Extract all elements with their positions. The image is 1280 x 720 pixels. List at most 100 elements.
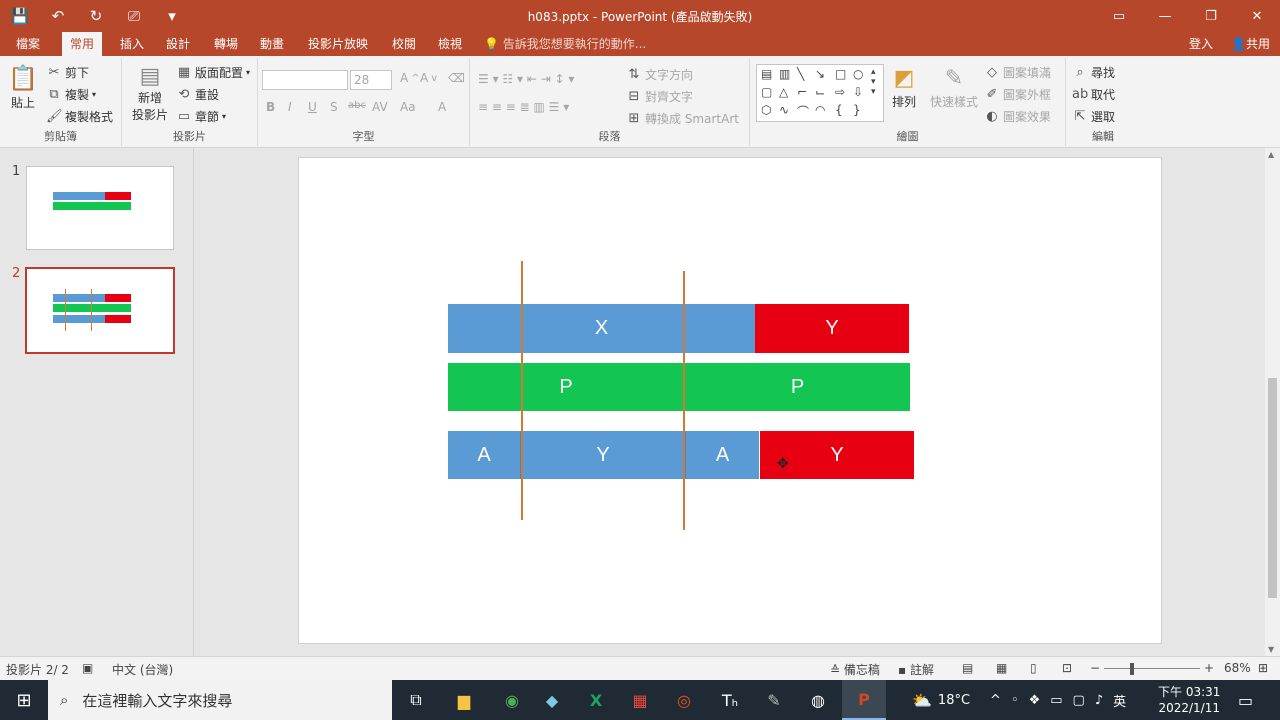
share-button[interactable]: 👤共用 <box>1231 32 1270 56</box>
zoom-level[interactable]: 68% <box>1224 661 1251 675</box>
scroll-down-icon[interactable]: ▼ <box>1268 645 1274 654</box>
language-indicator[interactable]: 中文 (台灣) <box>112 661 173 678</box>
powerpoint-taskbar-icon[interactable]: P <box>842 680 886 720</box>
tab-review[interactable]: 校閱 <box>384 32 424 56</box>
strikethrough-button[interactable]: abc <box>348 100 366 111</box>
scribble-icon[interactable]: ∿ <box>779 103 789 117</box>
weather-widget[interactable]: ⛅ 18°C <box>912 680 970 720</box>
font-size-select[interactable]: 28 <box>350 70 392 90</box>
shape-a[interactable]: A <box>448 431 521 479</box>
shape-outline-button[interactable]: ✐ 圖案外框 <box>984 86 1051 103</box>
restore-icon[interactable]: ❐ <box>1188 0 1234 32</box>
gallery-scroll-icon[interactable]: ▴ ▾ ▾ <box>871 67 876 97</box>
paste-button[interactable]: 📋 貼上 <box>8 64 38 111</box>
taskbar-search[interactable]: ⌕ 在這裡輸入文字來搜尋 <box>48 680 392 720</box>
notifications-icon[interactable]: ▭ <box>1238 680 1253 720</box>
battery-icon[interactable]: ▭ <box>1050 693 1062 708</box>
align-icons[interactable]: ≡ ≡ ≡ ≣ ▥ ☰ ▾ <box>478 100 569 114</box>
tab-insert[interactable]: 插入 <box>112 32 152 56</box>
minimize-icon[interactable]: — <box>1142 0 1188 32</box>
curve-icon[interactable]: ⌒ <box>797 103 809 120</box>
font-app-icon[interactable]: Tₕ <box>708 680 752 720</box>
excel-icon[interactable]: X <box>574 680 618 720</box>
fit-slide-icon[interactable]: ⊞ <box>1258 661 1268 675</box>
arrow-line-icon[interactable]: ↘ <box>815 67 825 81</box>
volume-icon[interactable]: ♪ <box>1095 693 1103 708</box>
tell-me-box[interactable]: 💡 告訴我您想要執行的動作... <box>484 32 646 56</box>
right-arrow-icon[interactable]: ⇨ <box>835 85 845 99</box>
paint-app-icon[interactable]: ✎ <box>752 680 796 720</box>
freeform-icon[interactable]: ⬡ <box>761 103 771 117</box>
text-direction-button[interactable]: ⇅ 文字方向 <box>626 66 693 83</box>
chevron-up-icon[interactable]: ^ <box>990 693 1001 708</box>
new-slide-button[interactable]: ▤ 新增 投影片 <box>132 64 168 123</box>
cut-button[interactable]: ✂ 剪下 <box>46 64 89 81</box>
vertical-textbox-icon[interactable]: ▥ <box>779 67 790 81</box>
find-button[interactable]: ⌕ 尋找 <box>1072 64 1115 81</box>
reset-button[interactable]: ⟲ 重設 <box>176 86 219 103</box>
notes-button[interactable]: ≙ 備忘稿 <box>830 661 880 678</box>
comments-button[interactable]: ▪ 註解 <box>898 661 934 678</box>
select-button[interactable]: ⇱ 選取 <box>1072 108 1115 125</box>
shape-y[interactable]: Y <box>521 431 686 479</box>
ime-indicator[interactable]: 英 <box>1113 691 1126 710</box>
rectangle-icon[interactable]: □ <box>835 67 846 81</box>
section-button[interactable]: ▭ 章節 ▾ <box>176 108 226 125</box>
bullets-icon[interactable]: ☰ ▾ ☷ ▾ ⇤ ⇥ ↕ ▾ <box>478 72 574 86</box>
triangle-icon[interactable]: △ <box>779 85 788 99</box>
format-painter-button[interactable]: 🖌 複製格式 <box>46 108 113 125</box>
smartart-button[interactable]: ⊞ 轉換成 SmartArt <box>626 110 739 127</box>
ribbon-display-options-icon[interactable]: ▭ <box>1096 0 1142 32</box>
shape-x[interactable]: X <box>448 304 755 353</box>
photo-app-icon[interactable]: ▦ <box>618 680 662 720</box>
normal-view-icon[interactable]: ▤ <box>962 661 973 675</box>
rounded-rect-icon[interactable]: ▢ <box>761 85 772 99</box>
font-color-button[interactable]: A <box>438 100 446 114</box>
zoom-slider[interactable] <box>1104 668 1200 669</box>
shrink-font-button[interactable]: Av <box>420 71 437 85</box>
font-family-select[interactable] <box>262 70 348 90</box>
tab-transitions[interactable]: 轉場 <box>206 32 246 56</box>
dropbox-icon[interactable]: ❖ <box>1029 693 1041 708</box>
ubuntu-icon[interactable]: ◎ <box>662 680 706 720</box>
spellcheck-icon[interactable]: ▣ <box>82 661 93 675</box>
bold-button[interactable]: B <box>266 100 275 114</box>
elbow-connector-icon[interactable]: ⌙ <box>815 85 825 99</box>
reading-view-icon[interactable]: ▯ <box>1030 661 1037 675</box>
orange-line[interactable] <box>683 271 685 530</box>
slide-thumbnail-1[interactable] <box>26 166 174 250</box>
slide-thumbnail-2[interactable] <box>25 267 175 354</box>
quick-styles-button[interactable]: ✎ 快速樣式 <box>930 66 978 110</box>
shape-p[interactable]: P <box>685 363 910 411</box>
network-icon[interactable]: ▢ <box>1073 693 1085 708</box>
oval-icon[interactable]: ○ <box>853 67 863 81</box>
zoom-slider-thumb[interactable] <box>1130 663 1134 675</box>
arc-icon[interactable]: ◠ <box>815 103 825 117</box>
align-text-button[interactable]: ⊟ 對齊文字 <box>626 88 693 105</box>
grow-font-button[interactable]: A ^ <box>400 71 420 85</box>
shape-effects-button[interactable]: ◐ 圖案效果 <box>984 108 1051 125</box>
tab-file[interactable]: 檔案 <box>8 32 48 56</box>
down-arrow-icon[interactable]: ⇩ <box>853 85 863 99</box>
orange-line[interactable] <box>521 261 523 520</box>
clock[interactable]: 下午 03:31 2022/1/11 <box>1158 680 1220 720</box>
line-icon[interactable]: ╲ <box>797 67 804 81</box>
windows-start-icon[interactable]: ⊞ <box>0 680 48 720</box>
file-explorer-icon[interactable]: ▆ <box>442 680 486 720</box>
shadow-button[interactable]: S <box>330 100 338 114</box>
signin-link[interactable]: 登入 <box>1189 32 1213 56</box>
left-brace-icon[interactable]: { <box>835 103 843 117</box>
textbox-icon[interactable]: ▤ <box>761 67 772 81</box>
tab-slideshow[interactable]: 投影片放映 <box>300 32 376 56</box>
chrome-icon[interactable]: ◉ <box>490 680 534 720</box>
char-spacing-button[interactable]: AV <box>372 100 388 114</box>
underline-button[interactable]: U <box>308 100 317 114</box>
arrange-button[interactable]: ◩ 排列 <box>892 66 916 110</box>
tab-design[interactable]: 設計 <box>158 32 198 56</box>
shape-a[interactable]: A <box>686 431 759 479</box>
task-view-icon[interactable]: ⧉ <box>394 680 438 720</box>
zoom-in-icon[interactable]: + <box>1204 661 1214 675</box>
shape-y[interactable]: Y <box>755 304 909 353</box>
mic-icon[interactable]: ◦ <box>1011 693 1019 708</box>
copy-button[interactable]: ⧉ 複製 ▾ <box>46 86 96 103</box>
